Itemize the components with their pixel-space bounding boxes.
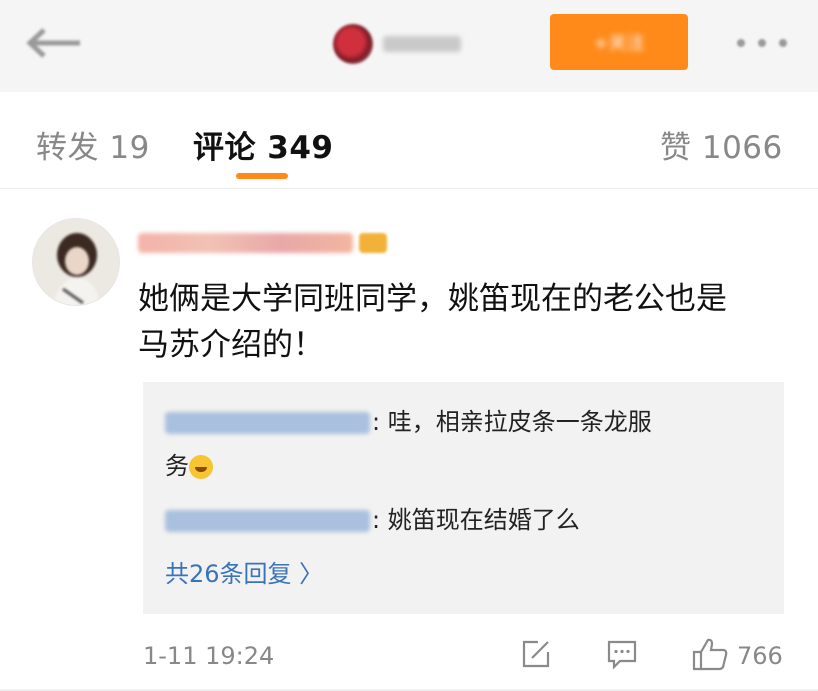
tab-bar: 转发 19 评论 349 赞 1066 xyxy=(0,92,818,189)
tab-comments[interactable]: 评论 349 xyxy=(193,122,334,167)
reply-text: : 姚笛现在结婚了么 xyxy=(372,506,580,534)
reply-icon[interactable] xyxy=(604,636,640,672)
poster-chip[interactable] xyxy=(333,22,461,66)
comment-text: 她俩是大学同班同学，姚笛现在的老公也是 马苏介绍的！ xyxy=(138,276,788,368)
laughing-emoji-icon xyxy=(189,455,213,479)
follow-button-label: +关注 xyxy=(593,33,645,54)
commenter-avatar[interactable] xyxy=(32,218,120,306)
reply-username-blurred[interactable] xyxy=(165,510,370,532)
more-replies-link[interactable]: 共26条回复 〉 xyxy=(165,554,323,589)
tab-reposts[interactable]: 转发 19 xyxy=(36,122,150,167)
comment-footer: 1-11 19:24 766 xyxy=(0,614,818,691)
share-icon[interactable] xyxy=(518,636,554,672)
commenter-name[interactable] xyxy=(138,232,388,254)
reply-text-part2: 务 xyxy=(165,452,189,480)
comment-text-line2: 马苏介绍的！ xyxy=(138,327,324,363)
top-bar: +关注 xyxy=(0,0,818,92)
like-count: 766 xyxy=(737,642,783,670)
follow-button[interactable]: +关注 xyxy=(550,14,688,70)
reply-username-blurred[interactable] xyxy=(165,412,370,434)
arrow-left-icon[interactable] xyxy=(18,18,88,68)
comment-time: 1-11 19:24 xyxy=(143,642,275,670)
comment-text-line1: 她俩是大学同班同学，姚笛现在的老公也是 xyxy=(138,281,727,317)
replies-box[interactable]: : 哇，相亲拉皮条一条龙服 务 : 姚笛现在结婚了么 共26条回复 〉 xyxy=(143,382,784,614)
commenter-name-blurred[interactable] xyxy=(138,233,353,253)
reply-item-continued: 务 xyxy=(165,446,213,486)
poster-name-blurred[interactable] xyxy=(383,36,461,52)
like-icon[interactable] xyxy=(690,636,730,672)
tab-likes[interactable]: 赞 1066 xyxy=(660,122,783,167)
poster-avatar[interactable] xyxy=(333,24,373,64)
more-dots-icon[interactable] xyxy=(727,28,797,58)
reply-item[interactable]: : 哇，相亲拉皮条一条龙服 xyxy=(165,402,652,442)
reply-text-part1: : 哇，相亲拉皮条一条龙服 xyxy=(372,408,652,436)
vip-badge-icon xyxy=(359,233,387,253)
active-tab-indicator xyxy=(236,173,288,179)
reply-item[interactable]: : 姚笛现在结婚了么 xyxy=(165,500,580,540)
